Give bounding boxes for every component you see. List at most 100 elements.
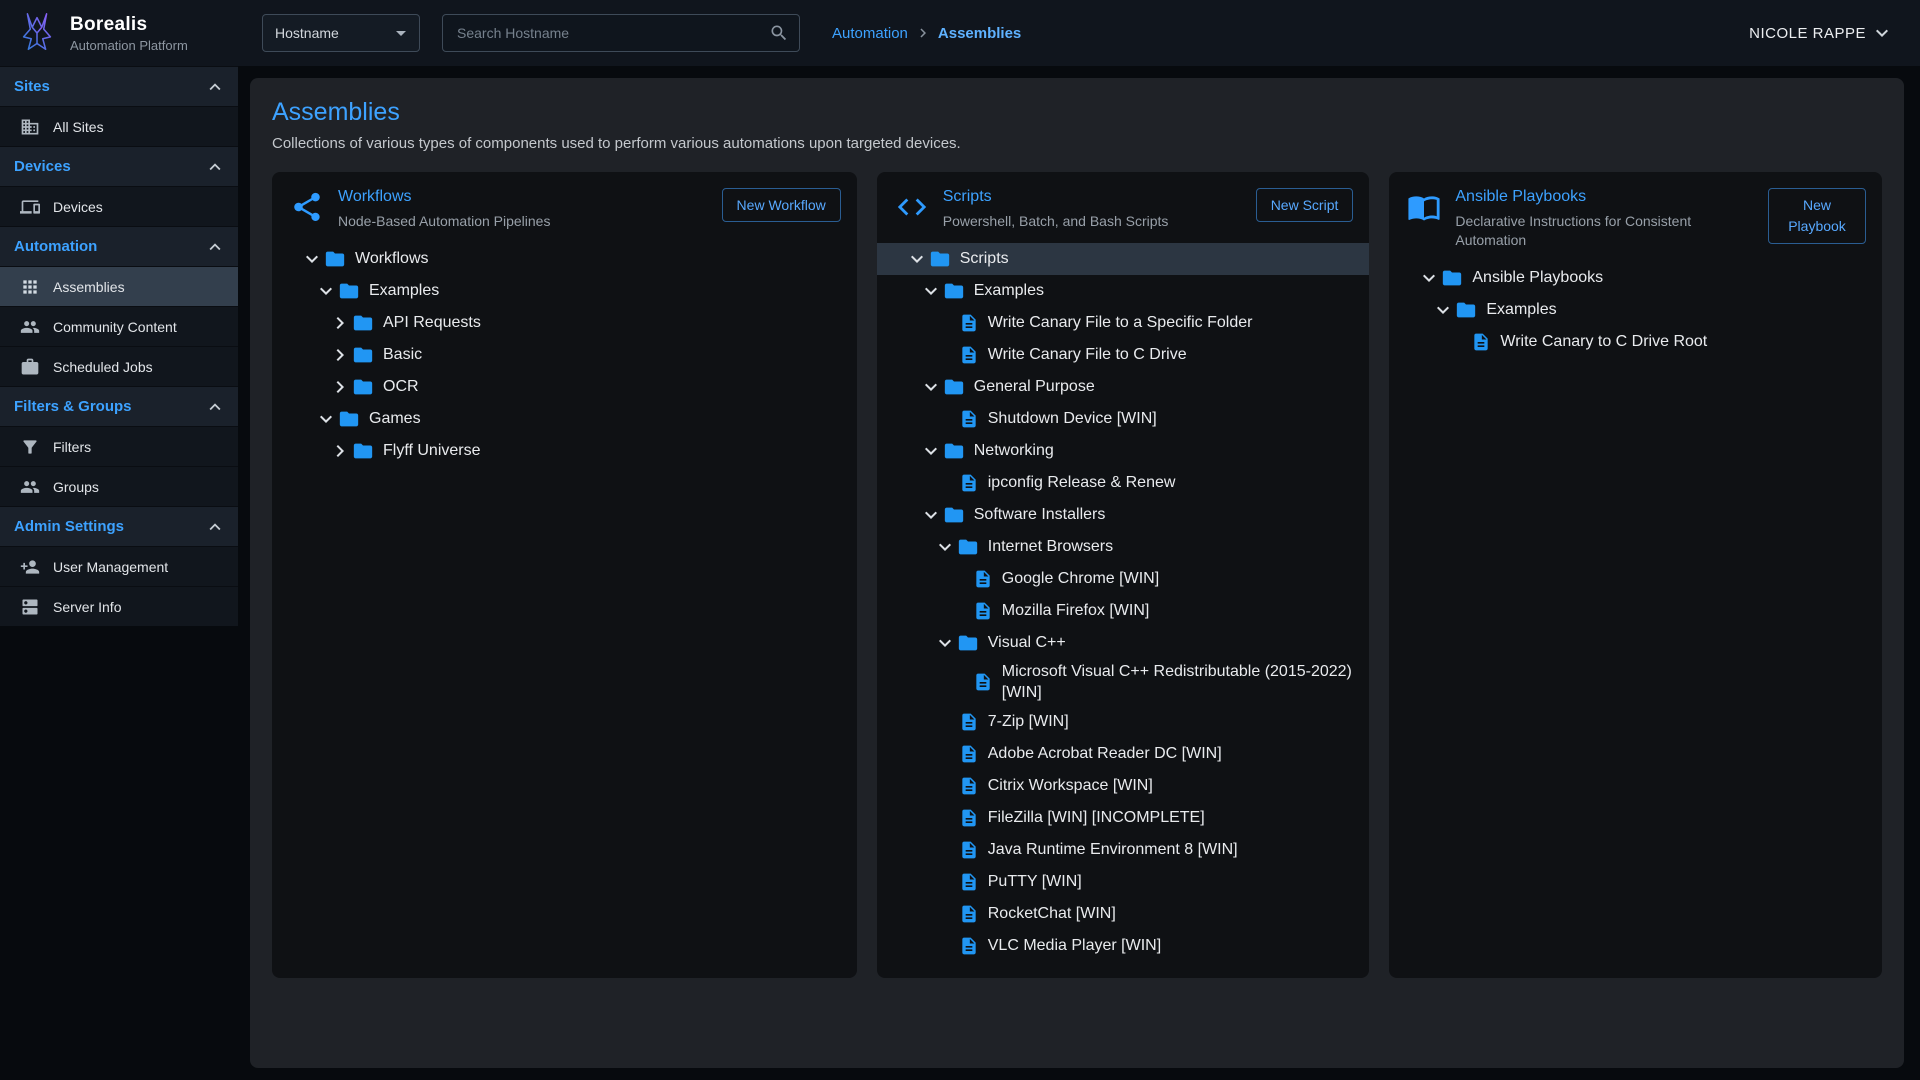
expander-spacer: [947, 599, 971, 623]
sidebar-item-server-info[interactable]: Server Info: [0, 586, 238, 626]
breadcrumb-automation[interactable]: Automation: [832, 25, 908, 42]
expander-spacer: [933, 934, 957, 958]
sidebar-section-label: Automation: [14, 238, 97, 255]
tree-folder-networking[interactable]: Networking: [877, 435, 1370, 467]
tree-folder-ocr[interactable]: OCR: [272, 371, 857, 403]
expander-spacer: [947, 670, 971, 694]
tree-folder-examples[interactable]: Examples: [1389, 294, 1882, 326]
tree-folder-flyff-universe[interactable]: Flyff Universe: [272, 435, 857, 467]
tree-folder-workflows[interactable]: Workflows: [272, 243, 857, 275]
chevron-down-icon[interactable]: [905, 247, 929, 271]
tree-file-java-runtime-environment-8-win[interactable]: Java Runtime Environment 8 [WIN]: [877, 834, 1370, 866]
sidebar-item-community-content[interactable]: Community Content: [0, 306, 238, 346]
file-icon: [959, 776, 979, 796]
sidebar-section-sites[interactable]: Sites: [0, 66, 238, 106]
breadcrumb: Automation Assemblies: [832, 24, 1021, 42]
new-script-button[interactable]: New Script: [1256, 188, 1354, 222]
hostname-select-value: Hostname: [275, 25, 339, 41]
expander-spacer: [933, 774, 957, 798]
sidebar-section-automation[interactable]: Automation: [0, 226, 238, 266]
tree-file-vlc-media-player-win[interactable]: VLC Media Player [WIN]: [877, 930, 1370, 962]
sidebar-item-all-sites[interactable]: All Sites: [0, 106, 238, 146]
tree-file-7-zip-win[interactable]: 7-Zip [WIN]: [877, 706, 1370, 738]
tree-folder-software-installers[interactable]: Software Installers: [877, 499, 1370, 531]
sidebar-item-devices[interactable]: Devices: [0, 186, 238, 226]
tree-file-ipconfig-release-renew[interactable]: ipconfig Release & Renew: [877, 467, 1370, 499]
folder-icon: [943, 280, 965, 302]
tree-folder-basic[interactable]: Basic: [272, 339, 857, 371]
breadcrumb-assemblies[interactable]: Assemblies: [938, 25, 1021, 42]
tree-file-mozilla-firefox-win[interactable]: Mozilla Firefox [WIN]: [877, 595, 1370, 627]
tree-folder-general-purpose[interactable]: General Purpose: [877, 371, 1370, 403]
tree-file-write-canary-to-c-drive-root[interactable]: Write Canary to C Drive Root: [1389, 326, 1882, 358]
server-info-icon: [20, 597, 40, 617]
sidebar-item-filters[interactable]: Filters: [0, 426, 238, 466]
chevron-up-icon: [204, 156, 226, 178]
tree-file-adobe-acrobat-reader-dc-win[interactable]: Adobe Acrobat Reader DC [WIN]: [877, 738, 1370, 770]
sidebar-section-devices[interactable]: Devices: [0, 146, 238, 186]
chevron-right-icon[interactable]: [328, 343, 352, 367]
user-menu[interactable]: NICOLE RAPPE: [1749, 21, 1894, 45]
file-icon: [959, 808, 979, 828]
tree-folder-scripts[interactable]: Scripts: [877, 243, 1370, 275]
chevron-right-icon[interactable]: [328, 439, 352, 463]
expander-spacer: [933, 838, 957, 862]
tree-folder-ansible-playbooks[interactable]: Ansible Playbooks: [1389, 262, 1882, 294]
chevron-down-icon[interactable]: [919, 503, 943, 527]
tree-folder-internet-browsers[interactable]: Internet Browsers: [877, 531, 1370, 563]
sidebar-item-label: User Management: [53, 559, 168, 575]
brand-name: Borealis: [70, 14, 188, 36]
sites-icon: [20, 117, 40, 137]
sidebar-item-scheduled-jobs[interactable]: Scheduled Jobs: [0, 346, 238, 386]
devices-icon: [20, 197, 40, 217]
chevron-down-icon[interactable]: [300, 247, 324, 271]
tree-file-putty-win[interactable]: PuTTY [WIN]: [877, 866, 1370, 898]
tree-item-label: Citrix Workspace [WIN]: [988, 775, 1153, 797]
chevron-down-icon[interactable]: [314, 407, 338, 431]
chevron-down-icon[interactable]: [314, 279, 338, 303]
sidebar-item-groups[interactable]: Groups: [0, 466, 238, 506]
tree-folder-visual-c[interactable]: Visual C++: [877, 627, 1370, 659]
chevron-right-icon[interactable]: [328, 375, 352, 399]
search-icon: [769, 23, 789, 43]
tree-file-google-chrome-win[interactable]: Google Chrome [WIN]: [877, 563, 1370, 595]
sidebar-section-label: Devices: [14, 158, 71, 175]
new-playbook-button[interactable]: New Playbook: [1768, 188, 1866, 244]
brand: Borealis Automation Platform: [0, 10, 238, 56]
file-icon: [973, 672, 993, 692]
sidebar-section-admin-settings[interactable]: Admin Settings: [0, 506, 238, 546]
chevron-down-icon[interactable]: [1417, 266, 1441, 290]
tree-file-citrix-workspace-win[interactable]: Citrix Workspace [WIN]: [877, 770, 1370, 802]
chevron-down-icon[interactable]: [919, 439, 943, 463]
chevron-right-icon[interactable]: [328, 311, 352, 335]
tree-folder-api-requests[interactable]: API Requests: [272, 307, 857, 339]
folder-icon: [338, 408, 360, 430]
tree-file-write-canary-file-to-a-specific-folder[interactable]: Write Canary File to a Specific Folder: [877, 307, 1370, 339]
chevron-down-icon[interactable]: [1431, 298, 1455, 322]
sidebar-section-filters-groups[interactable]: Filters & Groups: [0, 386, 238, 426]
new-workflow-button[interactable]: New Workflow: [722, 188, 841, 222]
tree-file-rocketchat-win[interactable]: RocketChat [WIN]: [877, 898, 1370, 930]
chevron-down-icon[interactable]: [933, 535, 957, 559]
sidebar-item-assemblies[interactable]: Assemblies: [0, 266, 238, 306]
tree-file-filezilla-win-incomplete[interactable]: FileZilla [WIN] [INCOMPLETE]: [877, 802, 1370, 834]
file-icon: [959, 473, 979, 493]
chevron-down-icon[interactable]: [919, 279, 943, 303]
sidebar-item-label: Devices: [53, 199, 103, 215]
expander-spacer: [933, 471, 957, 495]
tree-file-write-canary-file-to-c-drive[interactable]: Write Canary File to C Drive: [877, 339, 1370, 371]
hostname-select[interactable]: Hostname: [262, 14, 420, 52]
tree-folder-examples[interactable]: Examples: [877, 275, 1370, 307]
search-hostname-input[interactable]: [455, 24, 769, 42]
scripts-card-subtitle: Powershell, Batch, and Bash Scripts: [943, 212, 1169, 231]
chevron-down-icon[interactable]: [919, 375, 943, 399]
chevron-down-icon[interactable]: [933, 631, 957, 655]
tree-folder-examples[interactable]: Examples: [272, 275, 857, 307]
tree-file-shutdown-device-win[interactable]: Shutdown Device [WIN]: [877, 403, 1370, 435]
search-hostname-box[interactable]: [442, 14, 800, 52]
tree-file-microsoft-visual-c-redistributable-2015-2022-win[interactable]: Microsoft Visual C++ Redistributable (20…: [877, 659, 1370, 706]
tree-folder-games[interactable]: Games: [272, 403, 857, 435]
sidebar-item-user-management[interactable]: User Management: [0, 546, 238, 586]
sidebar-item-label: Groups: [53, 479, 99, 495]
file-icon: [959, 313, 979, 333]
